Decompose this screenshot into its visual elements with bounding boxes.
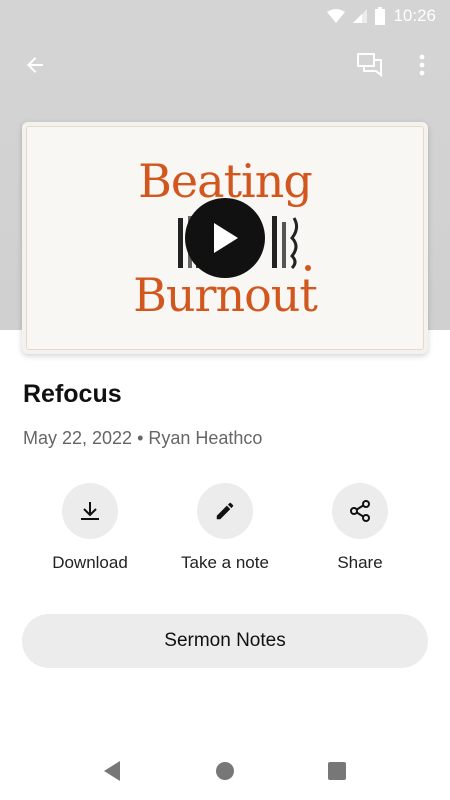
take-note-button[interactable] bbox=[197, 483, 253, 539]
play-button[interactable] bbox=[185, 198, 265, 278]
play-icon bbox=[214, 223, 238, 253]
status-icons: 10:26 bbox=[327, 6, 436, 26]
download-button[interactable] bbox=[62, 483, 118, 539]
take-note-label: Take a note bbox=[181, 553, 269, 572]
nav-recents-icon bbox=[328, 762, 346, 780]
share-icon bbox=[350, 500, 370, 522]
pencil-icon bbox=[216, 502, 234, 520]
wifi-icon bbox=[327, 9, 346, 23]
chat-button[interactable] bbox=[354, 50, 386, 80]
more-vert-icon bbox=[419, 54, 425, 76]
download-label: Download bbox=[52, 553, 128, 572]
battery-icon bbox=[375, 7, 386, 25]
signal-icon bbox=[353, 9, 368, 23]
download-action[interactable]: Download bbox=[20, 483, 160, 573]
download-icon bbox=[81, 502, 99, 520]
status-time: 10:26 bbox=[393, 6, 436, 25]
more-menu-button[interactable] bbox=[408, 50, 436, 80]
share-button[interactable] bbox=[332, 483, 388, 539]
sermon-meta: May 22, 2022 • Ryan Heathco bbox=[23, 428, 263, 448]
nav-back-icon bbox=[104, 761, 120, 781]
sermon-notes-button[interactable]: Sermon Notes bbox=[22, 614, 428, 668]
share-action[interactable]: Share bbox=[290, 483, 430, 573]
back-button[interactable] bbox=[20, 50, 50, 80]
chat-bubbles-icon bbox=[357, 53, 382, 78]
nav-back-button[interactable] bbox=[99, 758, 125, 784]
take-note-action[interactable]: Take a note bbox=[155, 483, 295, 573]
sermon-media-card[interactable]: Beating Burnout bbox=[22, 122, 428, 354]
nav-home-button[interactable] bbox=[212, 758, 238, 784]
share-label: Share bbox=[337, 553, 383, 572]
arrow-left-icon bbox=[27, 57, 43, 73]
nav-recents-button[interactable] bbox=[324, 758, 350, 784]
sermon-title: Refocus bbox=[23, 380, 122, 408]
system-nav-bar bbox=[0, 740, 450, 800]
status-bar: 10:26 bbox=[0, 0, 450, 32]
nav-home-icon bbox=[216, 762, 234, 780]
